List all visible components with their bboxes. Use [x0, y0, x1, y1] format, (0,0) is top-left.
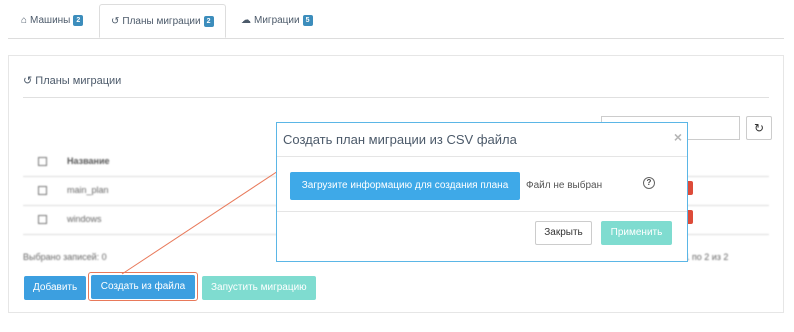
- modal-title: Создать план миграции из CSV файла: [283, 132, 517, 147]
- modal-divider: [277, 156, 687, 157]
- upload-file-button[interactable]: Загрузите информацию для создания плана: [290, 172, 520, 200]
- close-icon[interactable]: ×: [674, 129, 682, 145]
- modal-divider: [277, 211, 687, 212]
- file-status-text: Файл не выбран: [526, 180, 603, 191]
- create-plan-modal: Создать план миграции из CSV файла × Заг…: [276, 122, 688, 262]
- apply-button[interactable]: Применить: [601, 221, 672, 245]
- help-icon[interactable]: ?: [643, 177, 655, 189]
- close-button[interactable]: Закрыть: [535, 221, 592, 245]
